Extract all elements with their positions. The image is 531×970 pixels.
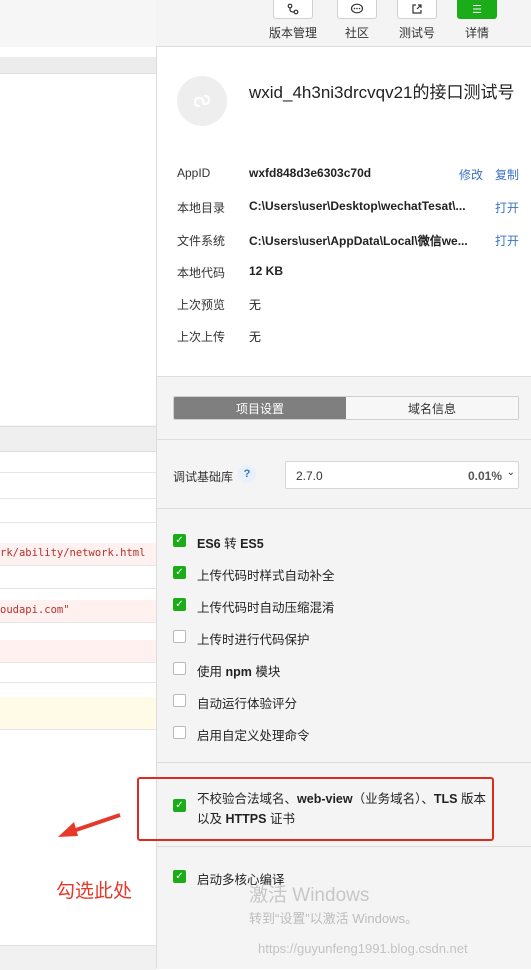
checkbox-checked-icon[interactable]: ✓ — [173, 534, 186, 547]
project-info-card: wxid_4h3ni3drcvqv21的接口测试号 AppID wxfd848d… — [157, 47, 531, 377]
tab-domain-info[interactable]: 域名信息 — [346, 397, 518, 419]
community-label: 社区 — [344, 26, 369, 40]
file-system-open-link[interactable]: 打开 — [495, 232, 519, 249]
community-button[interactable]: 社区 — [331, 0, 383, 41]
console-line-text: rk/ability/network.html — [0, 547, 146, 559]
appid-row: AppID wxfd848d3e6303c70d 修改 复制 — [177, 166, 519, 184]
appid-value: wxfd848d3e6303c70d — [249, 166, 372, 180]
version-manage-button[interactable]: 版本管理 — [267, 0, 319, 41]
checkbox-label: 上传时进行代码保护 — [197, 633, 310, 647]
local-dir-value: C:\Users\user\Desktop\wechatTesat\... — [249, 199, 466, 213]
external-link-icon — [397, 0, 437, 19]
checkbox-label: 上传代码时样式自动补全 — [197, 569, 335, 583]
local-dir-key: 本地目录 — [177, 201, 226, 215]
menu-icon: ☰ — [457, 0, 497, 19]
local-dir-row: 本地目录 C:\Users\user\Desktop\wechatTesat\.… — [177, 199, 519, 217]
last-preview-key: 上次预览 — [177, 298, 226, 312]
checkbox-unchecked-icon[interactable] — [173, 662, 186, 675]
checkbox-minify[interactable]: ✓ 上传代码时自动压缩混淆 — [173, 596, 513, 615]
blog-url-watermark: https://guyunfeng1991.blog.csdn.net — [258, 941, 468, 956]
branch-icon — [273, 0, 313, 19]
chat-bubble-icon — [337, 0, 377, 19]
checkbox-label: 使用 npm 模块 — [197, 665, 281, 679]
checkbox-es6-to-es5[interactable]: ✓ ES6 转 ES5 — [173, 532, 513, 551]
divider — [157, 762, 531, 763]
console-row — [0, 450, 156, 473]
version-manage-label: 版本管理 — [268, 26, 317, 40]
chevron-down-icon: ⌄ — [506, 467, 515, 478]
console-row — [0, 500, 156, 523]
library-usage-percent: 0.01% — [467, 469, 502, 483]
console-line: rk/ability/network.html — [0, 543, 156, 566]
help-icon[interactable]: ? — [238, 465, 256, 483]
checkbox-unchecked-icon[interactable] — [173, 694, 186, 707]
debug-library-setting: 调试基础库 ? 2.7.0 0.01% ⌄ — [173, 458, 519, 490]
editor-bottom-strip — [0, 945, 156, 970]
tab-project-settings[interactable]: 项目设置 — [174, 397, 346, 419]
checkbox-unchecked-icon[interactable] — [173, 630, 186, 643]
console-line: oudapi.com" — [0, 600, 156, 623]
activate-windows-hint: 转到“设置”以激活 Windows。 — [249, 911, 419, 926]
appid-copy-link[interactable]: 复制 — [495, 166, 519, 183]
checkbox-checked-icon[interactable]: ✓ — [173, 870, 186, 883]
checkbox-style-autocomplete[interactable]: ✓ 上传代码时样式自动补全 — [173, 564, 513, 583]
local-code-value: 12 KB — [249, 264, 284, 278]
activate-windows-watermark: 激活 Windows — [249, 885, 370, 906]
settings-tabs: 项目设置 域名信息 — [173, 396, 519, 420]
annotation-arrow — [58, 813, 121, 837]
last-preview-value: 无 — [249, 298, 262, 312]
checkbox-label: ES6 转 ES5 — [197, 537, 264, 551]
project-title: wxid_4h3ni3drcvqv21的接口测试号 — [249, 83, 515, 102]
mini-program-logo-icon — [193, 94, 211, 108]
console-header — [0, 426, 156, 452]
last-upload-key: 上次上传 — [177, 330, 226, 344]
details-button[interactable]: ☰ 详情 — [451, 0, 503, 41]
local-code-key: 本地代码 — [177, 266, 226, 280]
editor-topbar — [0, 0, 156, 48]
divider — [157, 508, 531, 509]
debug-library-select[interactable]: 2.7.0 0.01% ⌄ — [285, 461, 519, 489]
top-toolbar: 版本管理 社区 测试号 ☰ 详情 — [156, 0, 531, 47]
library-version: 2.7.0 — [296, 469, 323, 483]
checkbox-checked-icon[interactable]: ✓ — [173, 799, 186, 812]
checkbox-label: 不校验合法域名、web-view（业务域名）、TLS 版本以及 HTTPS 证书 — [197, 792, 486, 826]
checkbox-checked-icon[interactable]: ✓ — [173, 566, 186, 579]
annotation-note: 勾选此处 — [56, 881, 133, 902]
appid-edit-link[interactable]: 修改 — [459, 166, 483, 183]
checkbox-skip-domain-check[interactable]: ✓ 不校验合法域名、web-view（业务域名）、TLS 版本以及 HTTPS … — [173, 789, 503, 826]
details-label: 详情 — [464, 26, 489, 40]
checkbox-label: 自动运行体验评分 — [197, 697, 298, 711]
appid-key: AppID — [177, 166, 211, 180]
console-line-text: oudapi.com" — [0, 604, 70, 616]
editor-tab-strip — [0, 57, 156, 74]
last-upload-row: 上次上传 无 — [177, 328, 519, 346]
console-warning-row — [0, 697, 156, 730]
divider — [157, 846, 531, 847]
file-system-value: C:\Users\user\AppData\Local\微信we... — [249, 234, 468, 248]
project-avatar — [177, 76, 227, 126]
checkbox-checked-icon[interactable]: ✓ — [173, 598, 186, 611]
checkbox-custom-command[interactable]: 启用自定义处理命令 — [173, 724, 513, 743]
local-code-row: 本地代码 12 KB — [177, 264, 519, 282]
simulator-area — [0, 47, 156, 425]
console-row — [0, 476, 156, 499]
file-system-key: 文件系统 — [177, 234, 226, 248]
file-system-row: 文件系统 C:\Users\user\AppData\Local\微信we...… — [177, 232, 519, 250]
checkbox-auto-audit[interactable]: 自动运行体验评分 — [173, 692, 513, 711]
test-account-button[interactable]: 测试号 — [391, 0, 443, 41]
checkbox-label: 启用自定义处理命令 — [197, 729, 310, 743]
checkbox-label: 上传代码时自动压缩混淆 — [197, 601, 335, 615]
last-preview-row: 上次预览 无 — [177, 296, 519, 314]
checkbox-npm[interactable]: 使用 npm 模块 — [173, 660, 513, 679]
console-row — [0, 566, 156, 589]
local-dir-open-link[interactable]: 打开 — [495, 199, 519, 216]
last-upload-value: 无 — [249, 330, 262, 344]
debug-library-label: 调试基础库 — [173, 470, 234, 484]
test-account-label: 测试号 — [398, 26, 435, 40]
divider — [157, 439, 531, 440]
checkbox-unchecked-icon[interactable] — [173, 726, 186, 739]
checkbox-code-protect[interactable]: 上传时进行代码保护 — [173, 628, 513, 647]
